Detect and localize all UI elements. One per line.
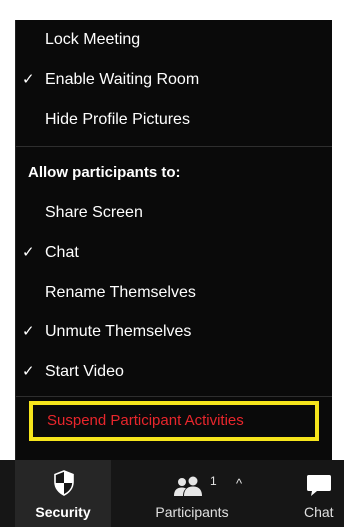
checkmark-icon: ✓ bbox=[22, 323, 35, 340]
chat-button[interactable]: Chat bbox=[294, 460, 344, 527]
checkmark-icon: ✓ bbox=[22, 71, 35, 88]
menu-item-label: Rename Themselves bbox=[45, 284, 196, 301]
participants-label: Participants bbox=[155, 504, 229, 520]
menu-divider bbox=[16, 146, 332, 147]
menu-item-hide-profile-pictures[interactable]: Hide Profile Pictures bbox=[16, 104, 332, 136]
security-button[interactable]: Security bbox=[15, 460, 111, 527]
menu-item-label: Lock Meeting bbox=[45, 31, 141, 48]
checkmark-icon: ✓ bbox=[22, 363, 35, 380]
chat-label: Chat bbox=[304, 504, 334, 520]
menu-item-rename-themselves[interactable]: Rename Themselves bbox=[16, 277, 332, 309]
participants-count: 1 bbox=[210, 474, 217, 488]
checkmark-icon: ✓ bbox=[22, 244, 35, 261]
suspend-participant-activities-label: Suspend Participant Activities bbox=[47, 412, 244, 429]
menu-item-lock-meeting[interactable]: Lock Meeting bbox=[16, 24, 332, 56]
shield-icon bbox=[54, 470, 74, 496]
menu-item-label: Share Screen bbox=[45, 204, 143, 221]
participants-button[interactable]: 1 ^ Participants bbox=[132, 460, 252, 527]
menu-divider bbox=[16, 396, 332, 397]
menu-item-chat[interactable]: ✓ Chat bbox=[16, 237, 332, 269]
menu-item-start-video[interactable]: ✓ Start Video bbox=[16, 356, 332, 388]
menu-item-unmute-themselves[interactable]: ✓ Unmute Themselves bbox=[16, 316, 332, 348]
menu-item-label: Unmute Themselves bbox=[45, 323, 192, 340]
security-label: Security bbox=[35, 504, 91, 520]
suspend-participant-activities-button[interactable]: Suspend Participant Activities bbox=[29, 401, 319, 441]
zoom-meeting-window: Lock Meeting ✓ Enable Waiting Room Hide … bbox=[0, 0, 344, 527]
participants-icon bbox=[174, 476, 202, 496]
caret-up-icon[interactable]: ^ bbox=[236, 476, 242, 491]
chat-bubble-icon bbox=[307, 475, 331, 496]
menu-item-enable-waiting-room[interactable]: ✓ Enable Waiting Room bbox=[16, 64, 332, 96]
menu-item-label: Start Video bbox=[45, 363, 124, 380]
menu-item-share-screen[interactable]: Share Screen bbox=[16, 197, 332, 229]
security-menu: Lock Meeting ✓ Enable Waiting Room Hide … bbox=[15, 20, 332, 460]
section-header-allow-participants: Allow participants to: bbox=[28, 164, 181, 181]
meeting-toolbar: Security 1 ^ Participants Chat bbox=[0, 460, 344, 527]
menu-item-label: Enable Waiting Room bbox=[45, 71, 200, 88]
menu-item-label: Hide Profile Pictures bbox=[45, 111, 190, 128]
menu-item-label: Chat bbox=[45, 244, 79, 261]
